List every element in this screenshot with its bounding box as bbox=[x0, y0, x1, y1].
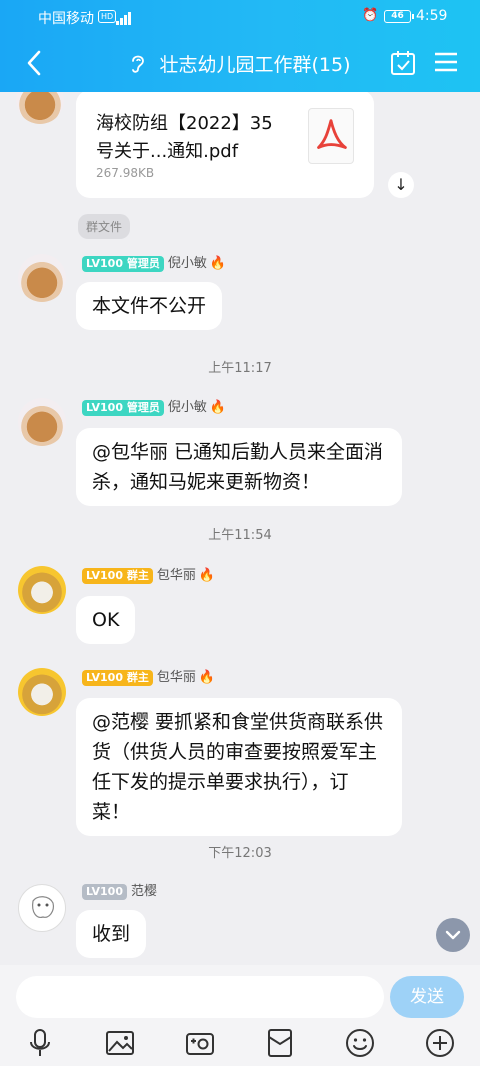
group-file-tag: 群文件 bbox=[78, 214, 131, 239]
level-badge: LV100 管理员 bbox=[82, 400, 164, 416]
file-name: 海校防组【2022】35号关于...通知.pdf bbox=[96, 113, 273, 162]
flame-icon: 🔥 bbox=[198, 568, 216, 583]
avatar[interactable] bbox=[18, 566, 66, 614]
top-bar: 中国移动 HD ⏰ 46 4:59 壮志幼儿园工作群(15) bbox=[0, 0, 480, 92]
sender-meta: LV100 范樱 bbox=[82, 883, 157, 901]
red-packet-icon[interactable] bbox=[264, 1027, 296, 1059]
hd-badge: HD bbox=[98, 10, 117, 23]
timestamp: 下午12:03 bbox=[208, 846, 272, 861]
hearing-icon bbox=[132, 55, 145, 73]
avatar[interactable] bbox=[16, 92, 64, 124]
timestamp: 上午11:54 bbox=[208, 528, 272, 543]
sender-name: 倪小敏 bbox=[167, 400, 207, 415]
image-icon[interactable] bbox=[104, 1027, 136, 1059]
avatar-sketch-icon bbox=[32, 896, 54, 918]
sender-name: 范樱 bbox=[130, 884, 157, 899]
level-badge: LV100 管理员 bbox=[82, 256, 164, 272]
signal-icon bbox=[116, 9, 132, 25]
microphone-icon[interactable] bbox=[24, 1027, 56, 1059]
file-message[interactable]: 海校防组【2022】35号关于...通知.pdf 267.98KB bbox=[76, 92, 374, 198]
sender-name: 包华丽 bbox=[156, 670, 196, 685]
toolbar bbox=[0, 1025, 480, 1065]
level-badge: LV100 群主 bbox=[82, 670, 153, 686]
message-bubble[interactable]: 本文件不公开 bbox=[76, 282, 223, 330]
plus-icon[interactable] bbox=[424, 1027, 456, 1059]
sender-meta: LV100 管理员 倪小敏 🔥 bbox=[82, 255, 226, 273]
send-button[interactable]: 发送 bbox=[390, 976, 464, 1018]
menu-icon[interactable] bbox=[433, 51, 459, 73]
avatar[interactable] bbox=[18, 668, 66, 716]
message-bubble[interactable]: @包华丽 已通知后勤人员来全面消杀，通知马妮来更新物资！ bbox=[76, 428, 402, 506]
battery-icon: 46 bbox=[384, 10, 414, 23]
pdf-icon bbox=[308, 108, 354, 164]
flame-icon: 🔥 bbox=[209, 256, 227, 271]
alarm-icon: ⏰ bbox=[362, 8, 379, 23]
flame-icon: 🔥 bbox=[209, 400, 227, 415]
message-bubble[interactable]: @范樱 要抓紧和食堂供货商联系供货（供货人员的审查要按照爱军主任下发的提示单要求… bbox=[76, 698, 402, 836]
file-size: 267.98KB bbox=[96, 166, 155, 180]
timestamp: 上午11:17 bbox=[208, 361, 272, 376]
level-badge: LV100 bbox=[82, 884, 127, 900]
flame-icon: 🔥 bbox=[198, 670, 216, 685]
download-icon[interactable]: ↓ bbox=[388, 172, 414, 198]
chevron-down-icon bbox=[445, 930, 461, 940]
sender-name: 包华丽 bbox=[156, 568, 196, 583]
message-bubble[interactable]: OK bbox=[76, 596, 136, 644]
sender-meta: LV100 群主 包华丽 🔥 bbox=[82, 567, 215, 585]
sender-meta: LV100 管理员 倪小敏 🔥 bbox=[82, 399, 226, 417]
message-input[interactable] bbox=[16, 976, 384, 1018]
avatar[interactable] bbox=[18, 398, 66, 446]
page-title: 壮志幼儿园工作群(15) bbox=[159, 54, 351, 76]
avatar[interactable] bbox=[18, 884, 66, 932]
carrier-name: 中国移动 bbox=[38, 11, 94, 27]
chat-area[interactable]: 海校防组【2022】35号关于...通知.pdf 267.98KB ↓ 群文件 … bbox=[0, 92, 480, 965]
message-bubble[interactable]: 收到 bbox=[76, 910, 147, 958]
scroll-to-bottom-button[interactable] bbox=[436, 918, 470, 952]
calendar-check-icon[interactable] bbox=[390, 50, 416, 76]
sender-meta: LV100 群主 包华丽 🔥 bbox=[82, 669, 215, 687]
status-bar: 中国移动 HD ⏰ 46 4:59 bbox=[0, 0, 480, 34]
camera-icon[interactable] bbox=[184, 1027, 216, 1059]
emoji-icon[interactable] bbox=[344, 1027, 376, 1059]
level-badge: LV100 群主 bbox=[82, 568, 153, 584]
clock: 4:59 bbox=[416, 8, 448, 24]
input-bar: 发送 bbox=[0, 965, 480, 1066]
sender-name: 倪小敏 bbox=[167, 256, 207, 271]
nav-bar: 壮志幼儿园工作群(15) bbox=[0, 34, 480, 92]
avatar[interactable] bbox=[18, 254, 66, 302]
